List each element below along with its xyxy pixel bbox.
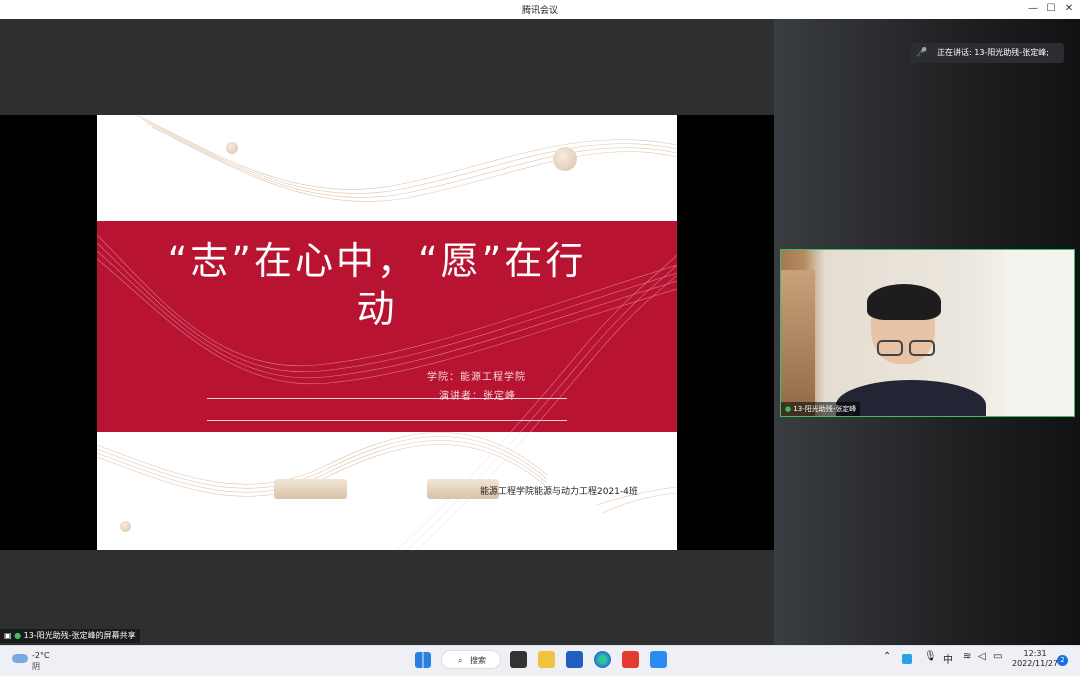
participant-video[interactable]: ● 13-阳光助残-张定峰 [780,249,1075,417]
decor-pill-left [274,479,347,499]
video-shelf [1004,250,1074,416]
video-person-hair [867,284,941,320]
maximize-button[interactable]: ☐ [1042,2,1060,16]
slide-footer: 能源工程学院能源与动力工程2021-4班 [480,487,638,497]
clock-date: 2022/11/27 [1012,659,1059,668]
underline-2 [207,420,567,421]
decor-dot [553,147,577,171]
start-icon[interactable] [415,652,431,668]
screen-share-label: ▣ ● 13-阳光助残-张定峰的屏幕共享 [0,629,140,643]
slide-speaker: 演讲者：张定峰 [439,391,516,402]
slide-title: “志”在心中，“愿”在行动 [167,239,587,331]
speaking-indicator: 🎤 正在讲话: 13-阳光助残-张定峰; [910,43,1064,63]
minimize-button[interactable]: — [1024,2,1042,16]
video-window [781,270,815,416]
participant-name: 13-阳光助残-张定峰 [793,405,857,413]
tencent-meeting-icon[interactable] [650,651,667,668]
mic-icon: 🎤 [916,48,928,58]
file-explorer-icon[interactable] [538,651,555,668]
weather-desc: 阴 [32,662,40,671]
decor-dot [226,142,238,154]
meeting-tray-icon[interactable] [902,654,912,664]
window-title: 腾讯会议 [521,6,558,16]
battery-icon[interactable]: ▭ [993,651,1002,662]
video-name-label: ● 13-阳光助残-张定峰 [781,402,861,416]
search-icon: ⌕ [458,656,463,665]
edge-icon[interactable] [594,651,611,668]
close-button[interactable]: ✕ [1060,2,1078,16]
screen-share-icon: ▣ [4,631,12,640]
wps-icon[interactable] [622,651,639,668]
search-button[interactable]: ⌕ 搜索 [441,650,501,669]
mic-on-icon: ● [785,405,792,413]
word-icon[interactable] [566,651,583,668]
mic-tray-icon[interactable]: 🎙 [924,651,937,662]
presentation-slide: “志”在心中，“愿”在行动 学院：能源工程学院 演讲者：张定峰 能源工程学院能源… [97,115,677,550]
chevron-up-icon[interactable]: ⌃ [883,651,891,662]
screen-share-text: 13-阳光助残-张定峰的屏幕共享 [23,631,136,640]
title-bar: 腾讯会议 — ☐ ✕ [0,0,1080,19]
task-view-icon[interactable] [510,651,527,668]
cloud-icon [12,654,28,663]
decor-dot [120,521,131,532]
slide-college: 学院：能源工程学院 [427,372,526,383]
weather-temp: -2°C [32,651,50,660]
ime-indicator[interactable]: 中 [943,651,953,666]
clock-time: 12:31 [1023,649,1047,658]
search-label: 搜索 [470,656,486,665]
clock[interactable]: 12:31 2022/11/27 [1012,649,1058,669]
wifi-icon[interactable]: ≋ [963,651,971,662]
speaking-text: 正在讲话: 13-阳光助残-张定峰; [937,48,1049,57]
volume-icon[interactable]: ◁ [978,651,986,662]
notification-badge[interactable]: 2 [1057,655,1068,666]
mic-on-icon: ● [14,631,22,640]
video-person-glasses [877,340,939,356]
